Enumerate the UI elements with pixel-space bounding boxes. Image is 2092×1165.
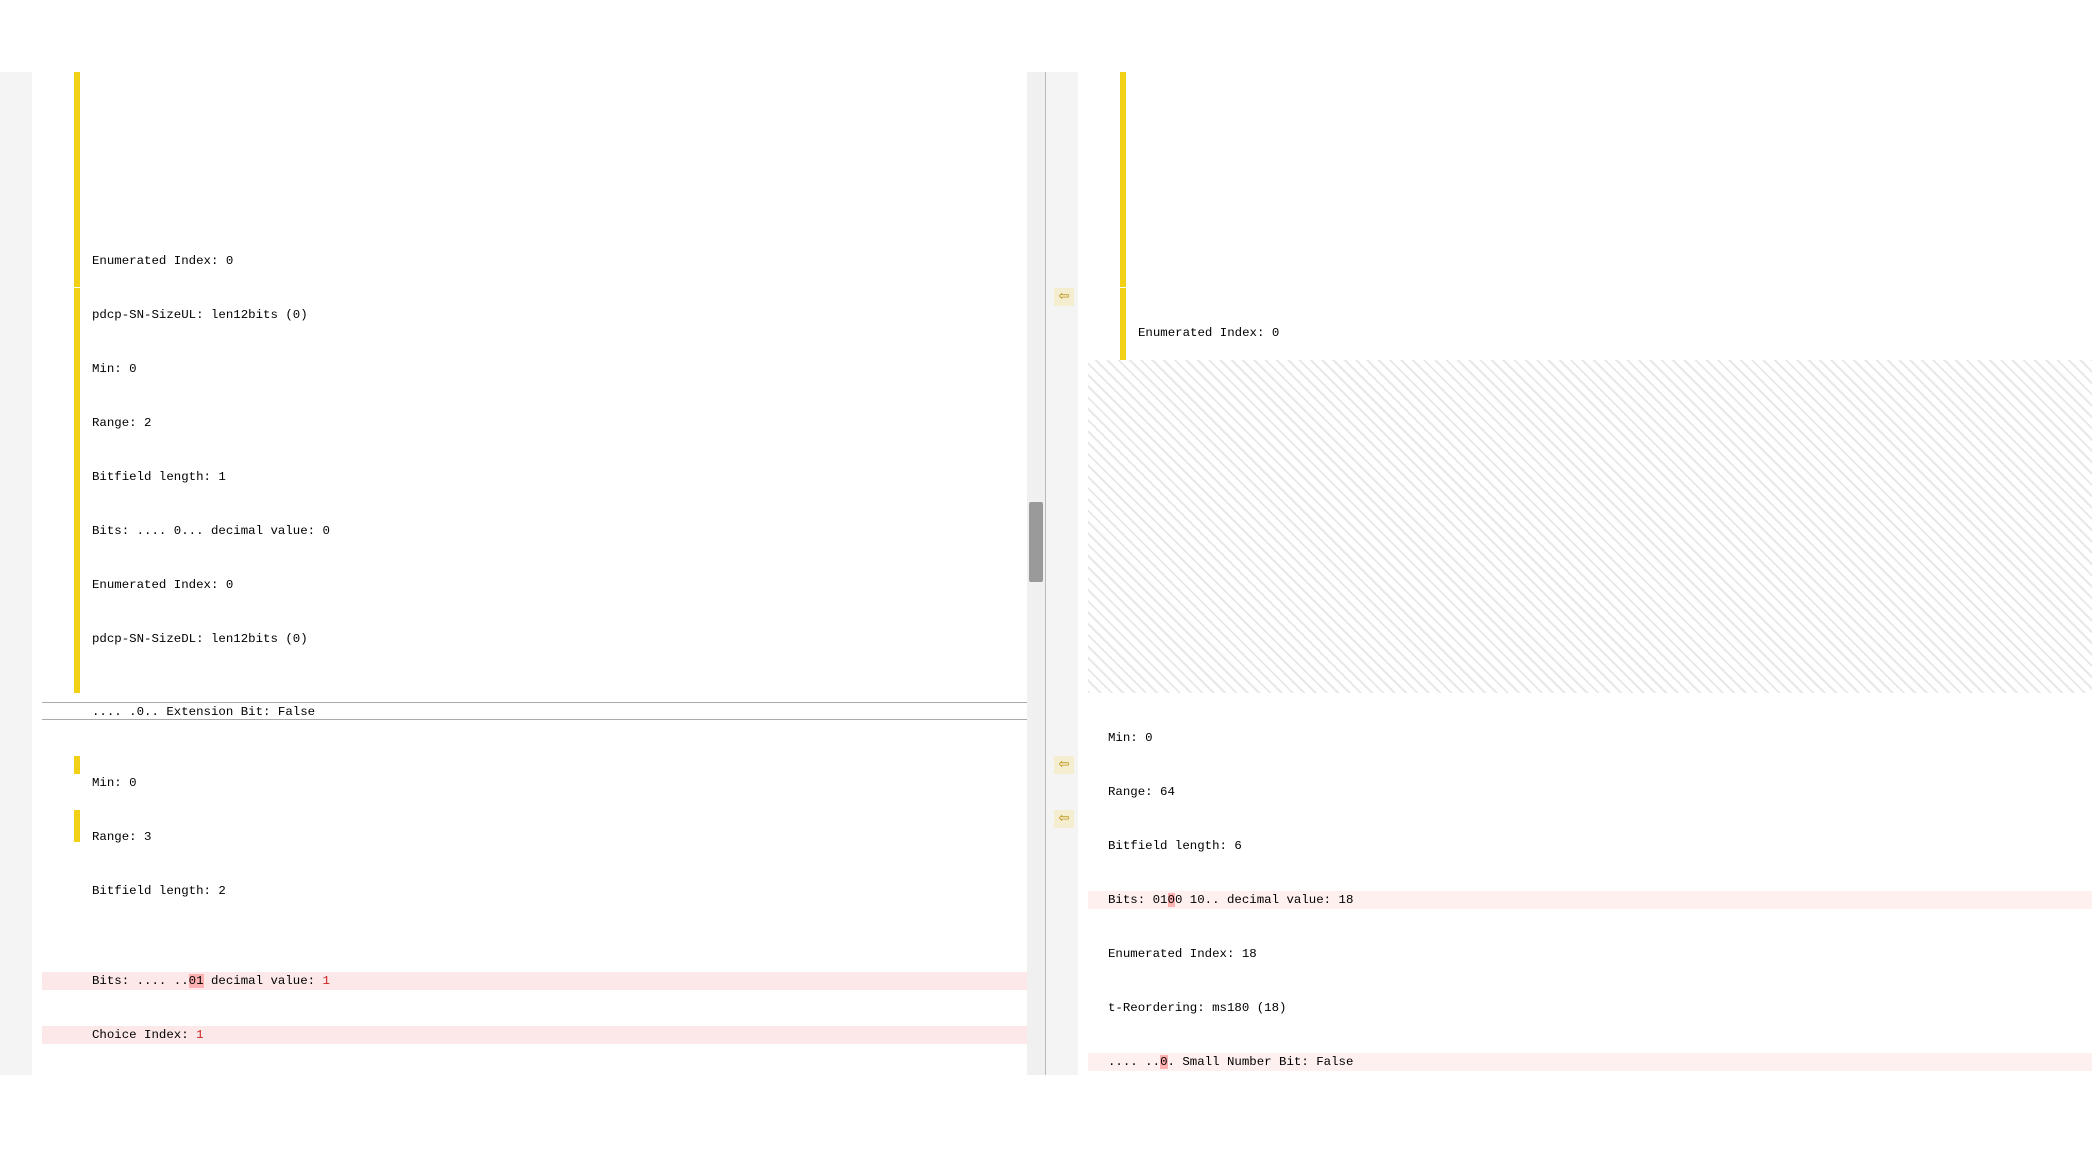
scrollbar-thumb[interactable]: [1029, 502, 1043, 582]
text-line: Enumerated Index: 18: [1088, 945, 2092, 963]
text-line: Min: 0: [42, 774, 1045, 792]
left-panel: Enumerated Index: 0 pdcp-SN-SizeUL: len1…: [0, 72, 1046, 1075]
text-line: Range: 3: [42, 828, 1045, 846]
text-line: Bitfield length: 1: [42, 468, 1045, 486]
sync-arrow-icon[interactable]: ⇦: [1054, 810, 1074, 828]
selected-line[interactable]: .... .0.. Extension Bit: False: [42, 702, 1045, 720]
text-line: Min: 0: [1088, 729, 2092, 747]
diff-viewer: Enumerated Index: 0 pdcp-SN-SizeUL: len1…: [0, 72, 2092, 1075]
right-panel: ⇦ ⇦ ⇦ Enumerated Index: 0 pdcp-SN-SizeUL…: [1046, 72, 2092, 1075]
diff-line: Bits: .... ..01 decimal value: 1: [42, 972, 1045, 990]
text-line: Min: 0: [42, 360, 1045, 378]
text-line: Enumerated Index: 0: [42, 252, 1045, 270]
text-line: Bitfield length: 6: [1088, 837, 2092, 855]
change-marker: [1120, 72, 1126, 287]
sync-arrow-icon[interactable]: ⇦: [1054, 756, 1074, 774]
diff-line: Bits: 0100 10.. decimal value: 18: [1088, 891, 2092, 909]
text-line: pdcp-SN-SizeDL: len12bits (0): [42, 630, 1045, 648]
text-line: pdcp-SN-SizeUL: len12bits (0): [42, 306, 1045, 324]
change-marker: [74, 756, 80, 774]
marker-gutter: [1078, 72, 1088, 1075]
text-line: Range: 2: [42, 414, 1045, 432]
change-marker: [74, 810, 80, 828]
line-number-gutter: [0, 72, 32, 1075]
vertical-scrollbar[interactable]: [1027, 72, 1045, 1075]
right-content-lower[interactable]: Min: 0 Range: 64 Bitfield length: 6 Bits…: [1088, 693, 2092, 1075]
marker-gutter: [32, 72, 42, 1075]
line-number-gutter: [1046, 72, 1078, 1075]
text-line: Enumerated Index: 0: [42, 576, 1045, 594]
diff-line: .... ..0. Small Number Bit: False: [1088, 1053, 2092, 1071]
diff-line: Choice Index: 1: [42, 1026, 1045, 1044]
left-content[interactable]: Enumerated Index: 0 pdcp-SN-SizeUL: len1…: [42, 72, 1045, 1075]
text-line: Bits: .... 0... decimal value: 0: [42, 522, 1045, 540]
text-line: Range: 64: [1088, 783, 2092, 801]
missing-lines-filler: [1088, 360, 2092, 693]
text-line: t-Reordering: ms180 (18): [1088, 999, 2092, 1017]
sync-arrow-icon[interactable]: ⇦: [1054, 288, 1074, 306]
text-line: Enumerated Index: 0: [1088, 324, 2092, 342]
text-line: Bitfield length: 2: [42, 882, 1045, 900]
